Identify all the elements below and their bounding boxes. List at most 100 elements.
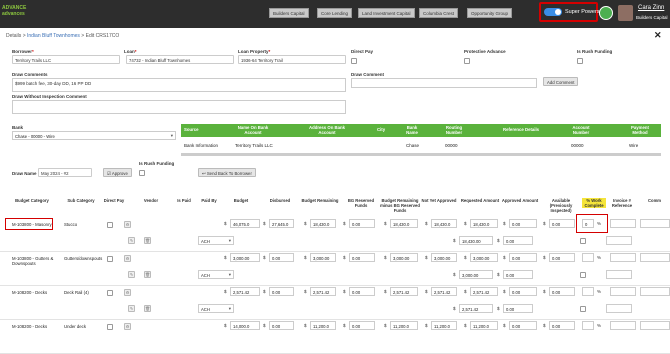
edit-icon[interactable]: ✎	[128, 305, 135, 312]
approve-button[interactable]: ☑ Approve	[103, 168, 132, 177]
row-not-yet-approved[interactable]: 18,430.0	[431, 219, 457, 228]
trash-icon[interactable]: 🗑	[144, 271, 151, 278]
edit-icon[interactable]: ✎	[128, 237, 135, 244]
row-available[interactable]: 0.00	[549, 253, 575, 262]
vendor-gear-icon[interactable]: ⚙	[124, 289, 131, 296]
row-remaining-minus-bg[interactable]: 2,571.42	[390, 287, 418, 296]
breadcrumb-root[interactable]: Details	[6, 33, 21, 39]
super-powers-toggle[interactable]	[544, 8, 562, 16]
borrower-select[interactable]: Territory Trails LLC	[12, 55, 120, 64]
user-avatar[interactable]	[618, 5, 633, 21]
row-not-yet-approved[interactable]: 3,000.00	[431, 253, 457, 262]
row-budget[interactable]: 3,000.00	[230, 253, 260, 262]
row-sub-checkbox[interactable]	[580, 306, 586, 312]
row-bg-reserved[interactable]: 0.00	[349, 219, 375, 228]
draw-without-inspection-textarea[interactable]	[12, 100, 346, 114]
row-not-yet-approved[interactable]: 2,571.42	[431, 287, 457, 296]
nav-tab-core-lending[interactable]: Core Lending	[317, 8, 353, 18]
row-invoice-ref[interactable]	[610, 287, 636, 296]
row-budget[interactable]: 46,075.0	[230, 219, 260, 228]
row-paid-by-select[interactable]: ACH	[198, 270, 234, 279]
is-rush-checkbox[interactable]	[577, 58, 583, 64]
row-remaining[interactable]: 11,200.0	[310, 321, 336, 330]
row-pct-complete[interactable]	[582, 253, 594, 262]
row-disbursed[interactable]: 0.00	[269, 287, 294, 296]
row-paid-by-select[interactable]: ACH	[198, 236, 234, 245]
row-requested-sub[interactable]: 3,000.00	[459, 270, 493, 279]
edit-icon[interactable]: ✎	[128, 271, 135, 278]
row-disbursed[interactable]: 0.00	[269, 321, 294, 330]
row-comment[interactable]	[640, 219, 670, 228]
draw-comments-textarea[interactable]: $999 batch fee, 30-day DD, 16 PP DD	[12, 78, 346, 92]
row-remaining[interactable]: 18,430.0	[310, 219, 336, 228]
user-name-link[interactable]: Cara Zinn	[638, 5, 664, 11]
row-sub-field[interactable]	[606, 270, 632, 279]
row-remaining-minus-bg[interactable]: 3,000.00	[390, 253, 418, 262]
row-approved[interactable]: 0.00	[509, 253, 537, 262]
row-direct-pay-checkbox[interactable]	[107, 290, 113, 296]
row-sub-checkbox[interactable]	[580, 238, 586, 244]
loan-select[interactable]: 74732 - Indian Bluff Townhomes	[126, 55, 234, 64]
row-sub-field[interactable]	[606, 304, 632, 313]
row-requested-sub[interactable]: 2,571.42	[459, 304, 493, 313]
trash-icon[interactable]: 🗑	[144, 305, 151, 312]
row-approved-sub[interactable]: 0.00	[503, 236, 533, 245]
row-available[interactable]: 0.00	[549, 287, 575, 296]
row-approved[interactable]: 0.00	[509, 287, 537, 296]
row-remaining-minus-bg[interactable]: 11,200.0	[390, 321, 418, 330]
row-requested-sub[interactable]: 18,430.00	[459, 236, 493, 245]
row-comment[interactable]	[640, 287, 670, 296]
vendor-gear-icon[interactable]: ⚙	[124, 221, 131, 228]
row-bg-reserved[interactable]: 0.00	[349, 321, 375, 330]
draw-comment-input[interactable]	[351, 78, 537, 88]
row-pct-complete[interactable]	[582, 287, 594, 296]
row-invoice-ref[interactable]	[610, 219, 636, 228]
row-requested[interactable]: 2,571.42	[470, 287, 498, 296]
nav-tab-land-investment[interactable]: Land Investment Capital	[358, 8, 415, 18]
draw-name-input[interactable]: May 2024 - #2	[38, 168, 92, 177]
trash-icon[interactable]: 🗑	[144, 237, 151, 244]
row-bg-reserved[interactable]: 0.00	[349, 253, 375, 262]
bank-table-scrollbar[interactable]	[181, 153, 661, 156]
app-logo[interactable]: ADVANCE advances	[2, 5, 26, 17]
row-budget[interactable]: 14,000.0	[230, 321, 260, 330]
row-remaining[interactable]: 3,000.00	[310, 253, 336, 262]
breadcrumb-project[interactable]: Indian Bluff Townhomes	[27, 33, 80, 39]
row-comment[interactable]	[640, 253, 670, 262]
row-bg-reserved[interactable]: 0.00	[349, 287, 375, 296]
row-available[interactable]: 0.00	[549, 219, 575, 228]
row-direct-pay-checkbox[interactable]	[107, 256, 113, 262]
row-disbursed[interactable]: 27,645.0	[269, 219, 294, 228]
row-requested[interactable]: 18,430.0	[470, 219, 498, 228]
row-not-yet-approved[interactable]: 11,200.0	[431, 321, 457, 330]
row-disbursed[interactable]: 0.00	[269, 253, 294, 262]
is-rush-checkbox-2[interactable]	[139, 170, 145, 176]
row-comment[interactable]	[640, 321, 670, 330]
row-approved[interactable]: 0.00	[509, 219, 537, 228]
row-requested[interactable]: 3,000.00	[470, 253, 498, 262]
row-remaining-minus-bg[interactable]: 18,430.0	[390, 219, 418, 228]
row-direct-pay-checkbox[interactable]	[107, 222, 113, 228]
row-invoice-ref[interactable]	[610, 321, 636, 330]
row-invoice-ref[interactable]	[610, 253, 636, 262]
row-pct-complete[interactable]	[582, 321, 594, 330]
row-paid-by-select[interactable]: ACH	[198, 304, 234, 313]
row-sub-field[interactable]	[606, 236, 632, 245]
loan-property-select[interactable]: 1936-64 Territory Trail	[238, 55, 346, 64]
row-approved-sub[interactable]: 0.00	[503, 270, 533, 279]
row-budget[interactable]: 2,571.42	[230, 287, 260, 296]
status-avatar[interactable]	[599, 6, 613, 20]
vendor-gear-icon[interactable]: ⚙	[124, 323, 131, 330]
send-back-button[interactable]: ↩ Send Back To Borrower	[198, 168, 256, 177]
row-approved[interactable]: 0.00	[509, 321, 537, 330]
protective-advance-checkbox[interactable]	[464, 58, 470, 64]
row-approved-sub[interactable]: 0.00	[503, 304, 533, 313]
nav-tab-builders-capital[interactable]: Builders Capital	[269, 8, 309, 18]
row-remaining[interactable]: 2,571.42	[310, 287, 336, 296]
bank-select[interactable]: Chase - 00000 - Wire	[12, 131, 176, 140]
nav-tab-columbia-crest[interactable]: Columbia Crest	[419, 8, 459, 18]
row-direct-pay-checkbox[interactable]	[107, 324, 113, 330]
add-comment-button[interactable]: Add Comment	[543, 77, 579, 86]
direct-pay-checkbox[interactable]	[351, 58, 357, 64]
nav-tab-opportunity-group[interactable]: Opportunity Group	[467, 8, 513, 18]
